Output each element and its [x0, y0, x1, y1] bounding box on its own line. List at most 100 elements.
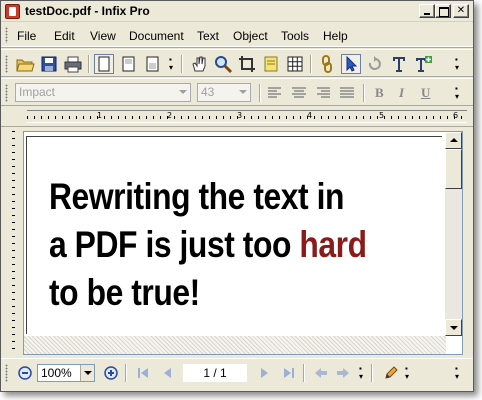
font-name-value: Impact	[19, 85, 56, 99]
select-arrow-icon[interactable]	[341, 54, 361, 74]
continuous-page-icon[interactable]	[143, 54, 163, 74]
window-title: testDoc.pdf - Infix Pro	[25, 4, 150, 18]
close-button[interactable]: ✕	[453, 4, 469, 18]
menu-text[interactable]: Text	[197, 29, 219, 43]
scroll-down-button[interactable]	[445, 319, 462, 336]
toolbar-overflow-icon[interactable]: ▪ ▾	[455, 85, 463, 101]
menu-file[interactable]: File	[17, 29, 36, 43]
statusbar-grip-icon[interactable]	[5, 364, 8, 382]
minimize-button[interactable]	[419, 4, 435, 18]
open-folder-icon[interactable]	[15, 54, 35, 74]
text-tool-icon[interactable]	[389, 54, 409, 74]
maximize-button[interactable]	[435, 4, 451, 18]
toolbar-separator	[88, 55, 90, 73]
menu-object[interactable]: Object	[233, 29, 268, 43]
print-icon[interactable]	[63, 54, 83, 74]
font-size-select[interactable]: 43	[197, 83, 251, 102]
scroll-thumb[interactable]	[445, 149, 462, 189]
ruler-number: 2	[167, 111, 173, 120]
menu-grip-icon[interactable]	[5, 27, 8, 43]
toolbar-grip-icon[interactable]	[5, 55, 8, 73]
text-line-2[interactable]: a PDF is just too hard	[49, 221, 376, 269]
next-page-icon[interactable]	[257, 365, 273, 381]
ruler-number: 5	[379, 111, 385, 120]
document-viewport[interactable]: Rewriting the text in a PDF is just too …	[23, 131, 463, 355]
vertical-scrollbar[interactable]	[445, 132, 462, 336]
first-page-icon[interactable]	[135, 365, 151, 381]
format-toolbar: Impact 43 B I U ▪ ▾	[1, 78, 473, 106]
main-toolbar: ▪ ▾ ▪ ▾	[1, 49, 473, 77]
page-indicator[interactable]: 1 / 1	[183, 364, 247, 382]
scroll-up-button[interactable]	[445, 132, 462, 149]
hand-tool-icon[interactable]	[189, 54, 209, 74]
title-bar[interactable]: testDoc.pdf - Infix Pro ✕	[1, 1, 473, 22]
toolbar-overflow-icon[interactable]: ▪ ▾	[169, 56, 177, 72]
ruler-number: 6	[453, 111, 459, 120]
zoom-value: 100%	[41, 366, 72, 380]
vertical-ruler[interactable]	[7, 131, 19, 353]
add-text-icon[interactable]	[413, 54, 433, 74]
italic-button[interactable]: I	[399, 85, 404, 101]
ruler-number: 4	[307, 111, 313, 120]
underline-button[interactable]: U	[421, 85, 430, 101]
pdf-page[interactable]: Rewriting the text in a PDF is just too …	[26, 136, 442, 334]
text-line-1[interactable]: Rewriting the text in	[49, 173, 376, 221]
two-page-icon[interactable]	[119, 54, 139, 74]
toolbar-grip-icon[interactable]	[5, 84, 8, 102]
zoom-select[interactable]: 100%	[37, 364, 95, 382]
pencil-icon[interactable]	[383, 365, 399, 381]
toolbar-separator	[310, 55, 312, 73]
menu-view[interactable]: View	[90, 29, 116, 43]
chevron-down-icon	[239, 90, 247, 94]
align-right-icon[interactable]	[313, 83, 333, 103]
menu-bar: File Edit View Document Text Object Tool…	[1, 23, 473, 47]
single-page-icon[interactable]	[94, 54, 114, 74]
toolbar-overflow-icon[interactable]: ▪ ▾	[359, 365, 367, 381]
grid-icon[interactable]	[285, 54, 305, 74]
link-icon[interactable]	[317, 54, 337, 74]
zoom-tool-icon[interactable]	[213, 54, 233, 74]
zoom-out-icon[interactable]	[17, 365, 33, 381]
ruler-number: 3	[237, 111, 243, 120]
toolbar-separator	[363, 84, 365, 102]
last-page-icon[interactable]	[281, 365, 297, 381]
menu-tools[interactable]: Tools	[281, 29, 309, 43]
chevron-down-icon	[179, 90, 187, 94]
menu-document[interactable]: Document	[129, 29, 184, 43]
chevron-down-icon[interactable]	[80, 365, 94, 381]
crop-icon[interactable]	[237, 54, 257, 74]
toolbar-overflow-icon[interactable]: ▪ ▾	[405, 365, 413, 381]
horizontal-scroll-area	[24, 336, 446, 354]
status-bar: 100% 1 / 1 ▪ ▾ ▪ ▾ ▪ ▾	[1, 358, 473, 386]
document-text[interactable]: Rewriting the text in a PDF is just too …	[49, 173, 376, 317]
toolbar-separator	[125, 364, 127, 382]
text-line-2-start: a PDF is just too	[49, 224, 300, 265]
toolbar-overflow-icon[interactable]: ▪ ▾	[455, 365, 463, 381]
notes-icon[interactable]	[261, 54, 281, 74]
forward-arrow-icon[interactable]	[335, 365, 351, 381]
rotate-icon[interactable]	[365, 54, 385, 74]
previous-page-icon[interactable]	[159, 365, 175, 381]
horizontal-ruler-bar: 1 2 3 4 5 6	[1, 107, 473, 127]
horizontal-ruler[interactable]: 1 2 3 4 5 6	[27, 110, 467, 123]
font-name-select[interactable]: Impact	[15, 83, 191, 102]
align-center-icon[interactable]	[289, 83, 309, 103]
bold-button[interactable]: B	[375, 85, 384, 101]
align-left-icon[interactable]	[265, 83, 285, 103]
toolbar-overflow-icon[interactable]: ▪ ▾	[455, 56, 463, 72]
save-icon[interactable]	[39, 54, 59, 74]
pdf-app-icon	[5, 4, 20, 19]
toolbar-separator	[371, 364, 373, 382]
ruler-number: 1	[97, 111, 103, 120]
toolbar-separator	[181, 55, 183, 73]
text-line-3[interactable]: to be true!	[49, 269, 376, 317]
toolbar-separator	[259, 84, 261, 102]
highlighted-word: hard	[299, 224, 367, 265]
app-window: testDoc.pdf - Infix Pro ✕ File Edit View…	[0, 0, 474, 392]
menu-edit[interactable]: Edit	[54, 29, 75, 43]
menu-help[interactable]: Help	[323, 29, 348, 43]
back-arrow-icon[interactable]	[313, 365, 329, 381]
justify-icon[interactable]	[337, 83, 357, 103]
font-size-value: 43	[201, 85, 215, 99]
zoom-in-icon[interactable]	[103, 365, 119, 381]
